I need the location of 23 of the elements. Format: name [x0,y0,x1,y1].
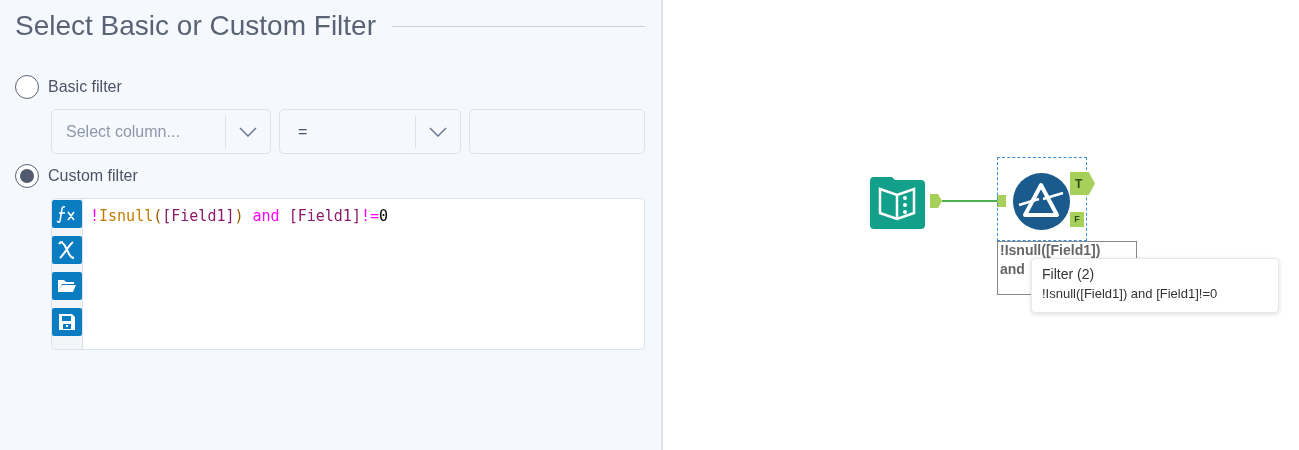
radio-button[interactable] [15,75,39,99]
folder-icon[interactable] [52,272,82,300]
annotation-text: !Isnull([Field1]) [1000,242,1101,258]
chevron-down-icon [239,126,257,137]
panel-title: Select Basic or Custom Filter [15,9,376,43]
chevron-down-icon [429,126,447,137]
expression-code: !Isnull([Field1]) and [Field1]!=0 [90,207,389,225]
false-anchor[interactable]: F [1070,212,1084,227]
value-field[interactable] [469,109,645,154]
annotation-text: and [1000,261,1025,277]
variable-icon[interactable] [52,236,82,264]
function-icon[interactable] [52,200,82,228]
radio-label: Custom filter [48,166,138,186]
tooltip-title: Filter (2) [1042,265,1095,284]
radio-label: Basic filter [48,77,122,97]
filter-tool-icon[interactable] [1013,173,1070,230]
expression-editor[interactable]: !Isnull([Field1]) and [Field1]!=0 [51,198,645,350]
input-tool-icon[interactable] [870,175,925,229]
operator-select[interactable]: = [279,109,461,154]
save-icon[interactable] [52,308,82,336]
tooltip-text: !Isnull([Field1]) and [Field1]!=0 [1042,285,1218,303]
radio-button[interactable] [15,164,39,188]
true-anchor[interactable]: T [1070,172,1095,195]
